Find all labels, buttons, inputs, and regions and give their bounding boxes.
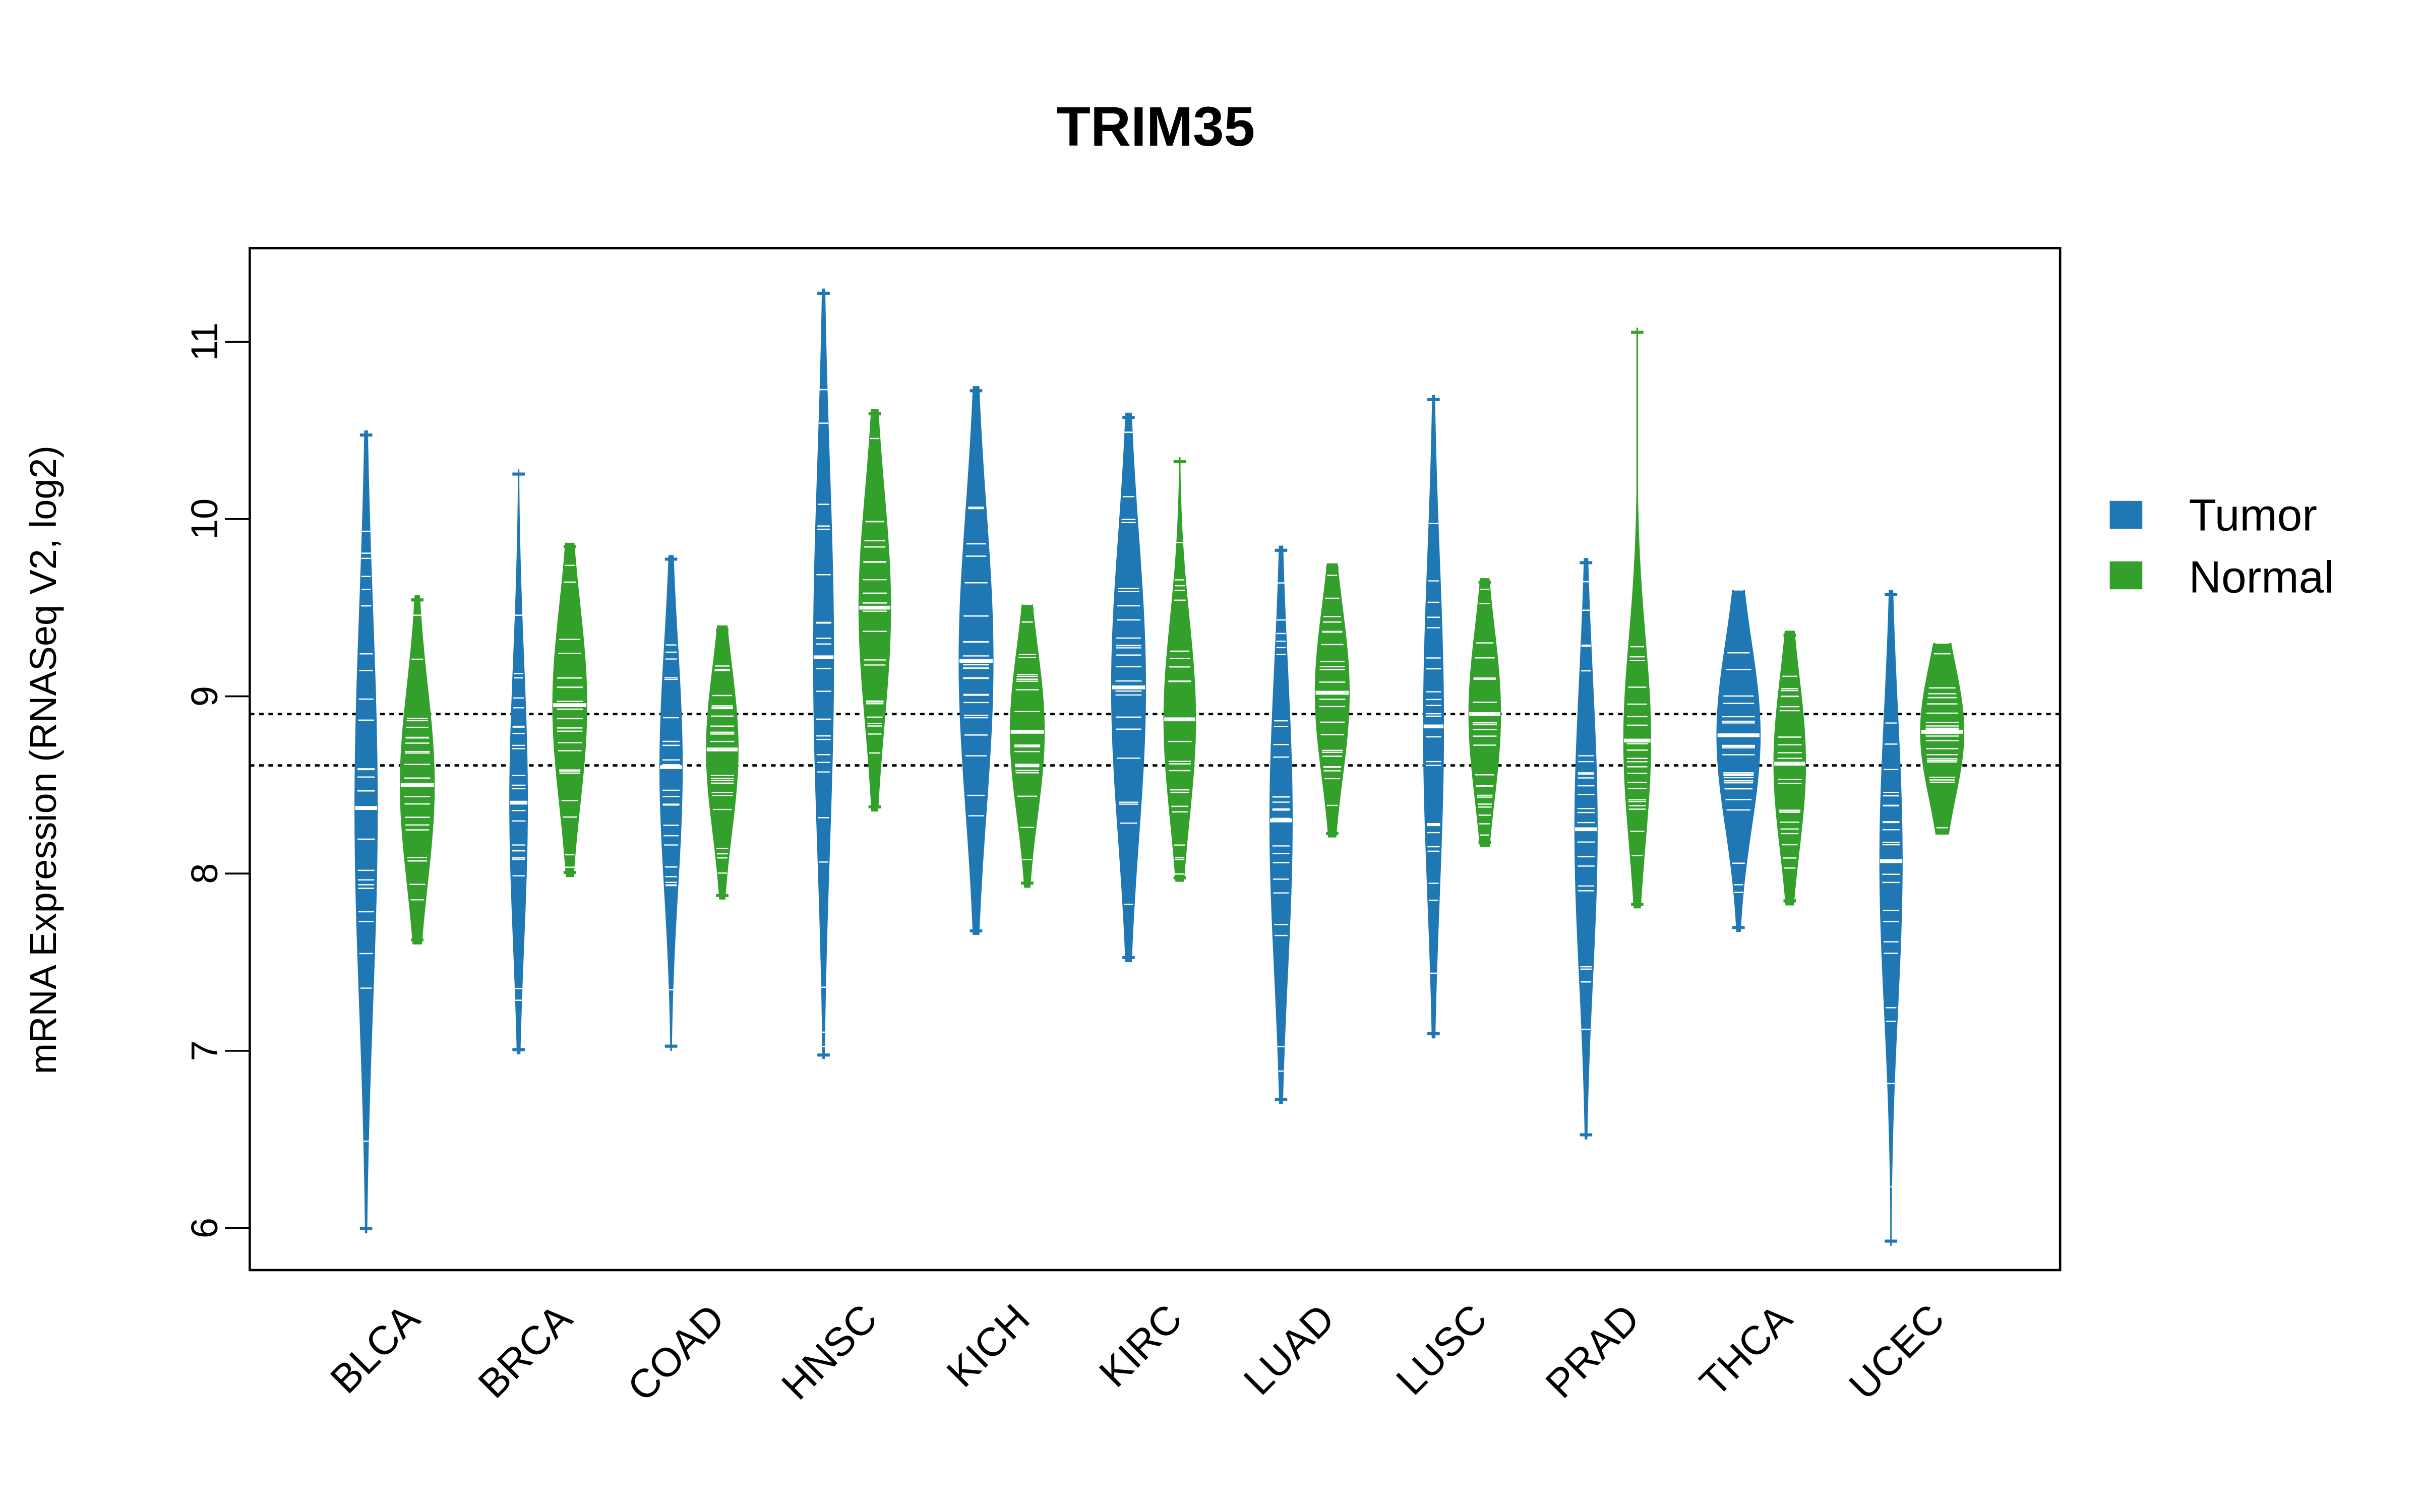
bean-normal (1009, 603, 1045, 888)
bean-density (1716, 590, 1761, 932)
bean-normal (706, 625, 739, 901)
x-tick-label: KICH (938, 1296, 1038, 1396)
bean-normal (1623, 328, 1652, 910)
y-tick-label: 10 (184, 498, 225, 540)
y-tick-label: 11 (184, 323, 225, 361)
bean-tumor (1574, 558, 1598, 1140)
bean-density (858, 409, 891, 812)
bean-density (1163, 457, 1196, 883)
bean-density (509, 469, 528, 1054)
bean-normal (1773, 631, 1806, 906)
x-axis: BLCA BRCA COAD HNSC KICH KIRC LUAD LUSC PRAD THCA… (322, 1295, 1953, 1410)
bean-tumor (659, 553, 683, 1051)
bean-normal (1468, 577, 1501, 847)
bean-normal (400, 595, 435, 944)
legend-swatch-tumor (2109, 500, 2143, 529)
y-axis-label: mRNA Expression (RNASeq V2, log2) (22, 446, 64, 1074)
bean-density (659, 554, 683, 1051)
legend-swatch-normal (2109, 561, 2143, 590)
y-tick-label: 6 (184, 1218, 225, 1238)
x-tick-label: PRAD (1537, 1296, 1648, 1407)
legend-label-tumor: Tumor (2189, 489, 2317, 540)
bean-density (1773, 631, 1806, 906)
legend: Tumor Normal (2109, 489, 2334, 602)
bean-tumor (1423, 395, 1444, 1039)
y-axis: 6 7 8 9 10 11 (184, 323, 250, 1238)
bean-density (354, 430, 378, 1234)
bean-tumor (958, 386, 994, 936)
bean-normal (1314, 563, 1350, 839)
bean-normal (1163, 457, 1196, 884)
bean-density (813, 288, 834, 1060)
x-tick-label: UCEC (1840, 1296, 1953, 1408)
x-tick-label: KIRC (1091, 1296, 1190, 1396)
x-tick-label: BLCA (322, 1295, 428, 1402)
bean-tumor (509, 469, 528, 1054)
x-tick-label: BRCA (469, 1295, 581, 1407)
y-tick-label: 7 (184, 1040, 225, 1061)
bean-density (1623, 328, 1652, 909)
bean-density (1920, 643, 1965, 835)
bean-normal (858, 409, 891, 812)
beanplot-chart: TRIM35 mRNA Expression (RNASeq V2, log2)… (22, 96, 2334, 1410)
bean-tumor (1111, 412, 1146, 963)
x-tick-label: HNSC (773, 1296, 885, 1408)
y-tick-label: 9 (184, 686, 225, 707)
bean-tumor (354, 430, 378, 1234)
bean-density (1314, 563, 1350, 838)
legend-label-normal: Normal (2189, 551, 2334, 602)
bean-tumor (813, 288, 834, 1060)
bean-density (1269, 545, 1293, 1104)
beans (354, 288, 1965, 1246)
bean-normal (1920, 642, 1965, 835)
bean-tumor (1716, 589, 1761, 932)
x-tick-label: LUSC (1387, 1296, 1495, 1404)
bean-normal (552, 541, 587, 877)
x-tick-label: COAD (619, 1296, 733, 1410)
x-tick-label: THCA (1691, 1295, 1800, 1405)
bean-tumor (1879, 590, 1903, 1246)
bean-tumor (1269, 545, 1293, 1104)
chart-title: TRIM35 (1056, 96, 1255, 158)
y-tick-label: 8 (184, 863, 225, 884)
bean-density (400, 595, 435, 944)
x-tick-label: LUAD (1235, 1296, 1343, 1404)
bean-density (1879, 590, 1903, 1246)
